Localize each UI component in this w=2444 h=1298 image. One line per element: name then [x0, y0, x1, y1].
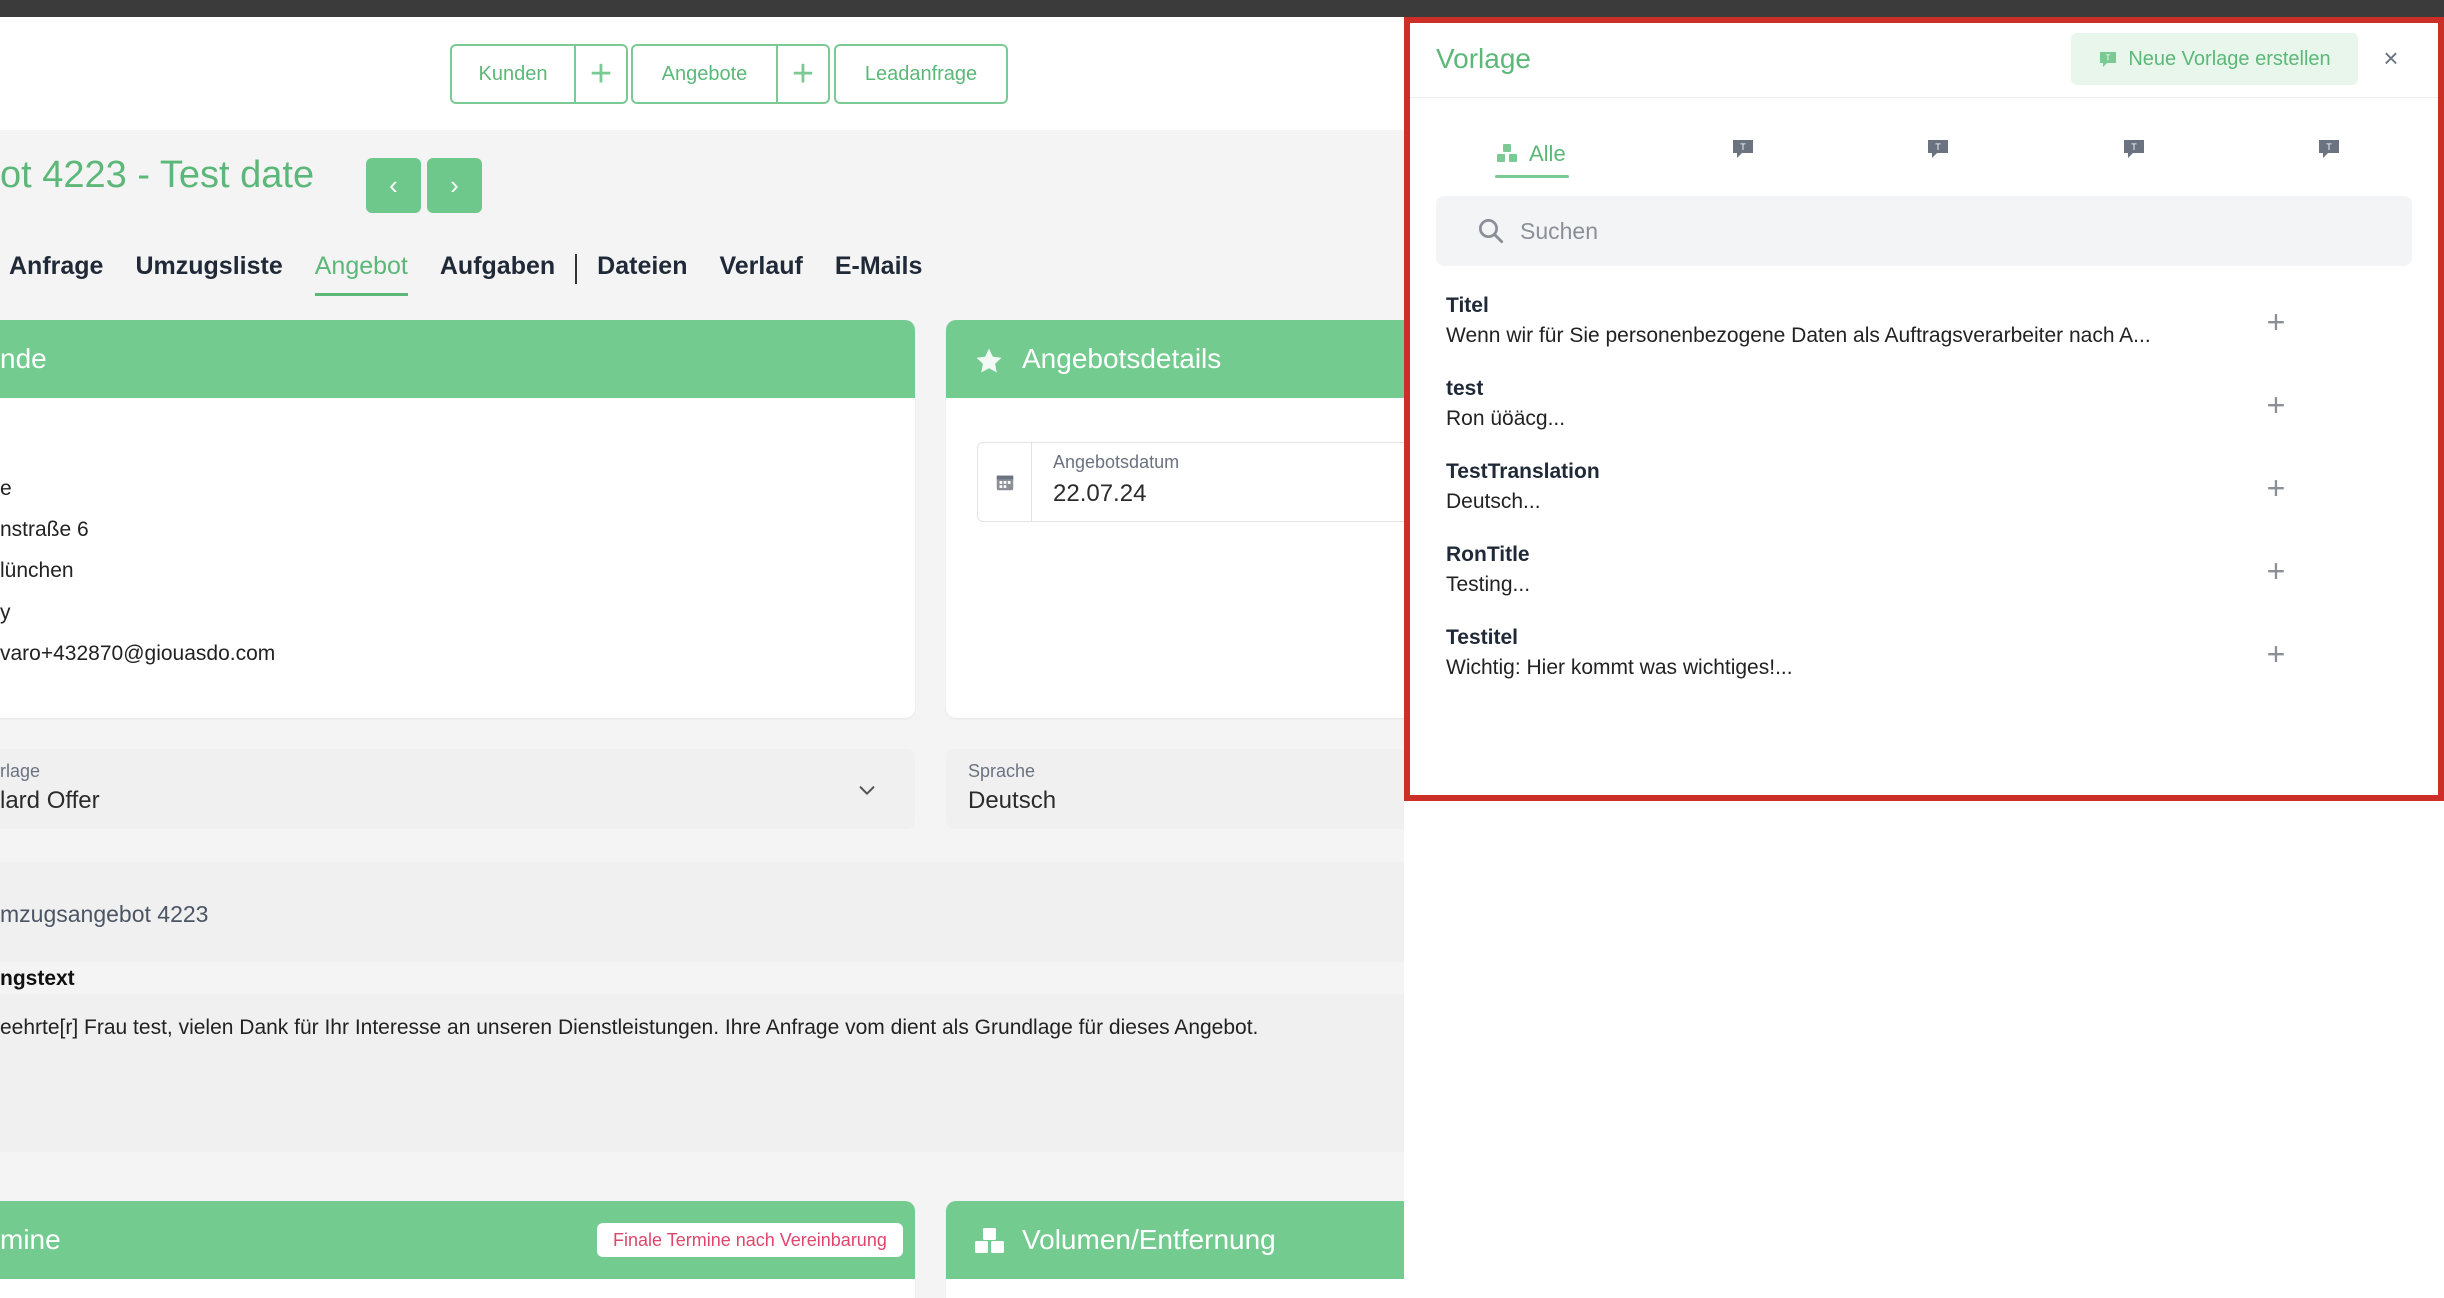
tab-verlauf[interactable]: Verlauf: [719, 248, 802, 293]
tab-all-templates[interactable]: Alle: [1495, 130, 1566, 178]
chevron-left-icon: ‹: [389, 170, 398, 200]
template-list-item[interactable]: Titel Wenn wir für Sie personenbezogene …: [1446, 294, 2386, 364]
tab-dateien[interactable]: Dateien: [597, 248, 687, 293]
template-select-value: lard Offer: [0, 787, 100, 814]
template-category-icon[interactable]: T: [2122, 138, 2146, 160]
leadanfrage-button[interactable]: Leadanfrage: [834, 44, 1008, 104]
add-template-button[interactable]: +: [2256, 468, 2296, 508]
offer-details-header: Angebotsdetails: [946, 320, 1404, 398]
template-category-icon[interactable]: T: [1926, 138, 1950, 160]
template-preview: Deutsch...: [1446, 490, 1541, 513]
offer-date-label: Angebotsdatum: [1053, 452, 1180, 472]
language-select-value: Deutsch: [968, 787, 1057, 814]
chevron-right-icon: ›: [450, 170, 459, 200]
main-content: Kunden + Angebote + Leadanfrage ot 4223 …: [0, 17, 1404, 1298]
termine-status-badge: Finale Termine nach Vereinbarung: [597, 1223, 903, 1257]
offer-date-value: 22.07.24: [1053, 480, 1147, 507]
svg-text:T: T: [2131, 142, 2137, 152]
volume-card-header: Volumen/Entfernung: [946, 1201, 1404, 1279]
offer-date-field[interactable]: Angebotsdatum 22.07.24: [977, 442, 1404, 522]
offer-details-title: Angebotsdetails: [1022, 343, 1222, 374]
template-title: Testitel: [1446, 626, 1518, 649]
customer-email[interactable]: varo+432870@giouasdo.com: [0, 642, 275, 666]
add-template-button[interactable]: +: [2256, 634, 2296, 674]
panel-divider: [1410, 97, 2438, 98]
star-icon: [976, 348, 1002, 373]
cubes-icon: [1497, 144, 1517, 162]
search-icon: [1479, 219, 1504, 244]
language-select-label: Sprache: [968, 761, 1036, 781]
svg-text:T: T: [1740, 142, 1746, 152]
template-icon: T: [2100, 52, 2117, 67]
customer-city: lünchen: [0, 559, 74, 582]
template-title: TestTranslation: [1446, 460, 1600, 483]
add-template-button[interactable]: +: [2256, 385, 2296, 425]
chevron-down-icon: [859, 786, 875, 795]
add-template-button[interactable]: +: [2256, 302, 2296, 342]
calendar-icon: [978, 443, 1032, 521]
previous-offer-button[interactable]: ‹: [366, 158, 421, 213]
template-search: [1436, 196, 2412, 266]
template-list-item[interactable]: TestTranslation Deutsch... +: [1446, 460, 2386, 530]
angebote-button[interactable]: Angebote: [631, 44, 778, 104]
intro-text-label: ngstext: [0, 967, 75, 990]
add-kunde-button[interactable]: +: [576, 44, 628, 104]
template-preview: Wenn wir für Sie personenbezogene Daten …: [1446, 324, 2151, 347]
offer-subject[interactable]: mzugsangebot 4223: [0, 901, 208, 928]
template-list-item[interactable]: test Ron üöäcg... +: [1446, 377, 2386, 447]
close-icon[interactable]: ×: [2378, 40, 2404, 76]
intro-text: eehrte[r] Frau test, vielen Dank für Ihr…: [0, 1016, 1259, 1039]
tab-separator: [575, 254, 578, 284]
tab-all-label: Alle: [1529, 141, 1566, 166]
tab-angebot[interactable]: Angebot: [314, 248, 408, 296]
template-preview: Ron üöäcg...: [1446, 407, 1566, 430]
template-preview: Testing...: [1446, 573, 1531, 596]
top-navigation: Kunden + Angebote + Leadanfrage: [0, 17, 1404, 130]
tab-aufgaben[interactable]: Aufgaben: [440, 248, 555, 293]
language-select[interactable]: Sprache Deutsch: [946, 749, 1404, 829]
template-list-item[interactable]: Testitel Wichtig: Hier kommt was wichtig…: [1446, 626, 2386, 696]
template-panel-title: Vorlage: [1436, 43, 1531, 74]
next-offer-button[interactable]: ›: [427, 158, 482, 213]
customer-card-header: nde: [0, 320, 915, 398]
customer-street: nstraße 6: [0, 518, 89, 541]
svg-text:T: T: [1935, 142, 1941, 152]
new-template-button[interactable]: T Neue Vorlage erstellen: [2071, 33, 2358, 85]
search-input[interactable]: [1520, 209, 2380, 253]
tab-umzugsliste[interactable]: Umzugsliste: [135, 248, 282, 293]
template-title: Titel: [1446, 294, 1489, 317]
page-title: ot 4223 - Test date: [0, 154, 315, 196]
template-category-icon[interactable]: T: [1731, 138, 1755, 160]
tab-emails[interactable]: E-Mails: [835, 248, 923, 293]
template-preview: Wichtig: Hier kommt was wichtiges!...: [1446, 656, 1793, 679]
template-select-label: rlage: [0, 761, 41, 781]
template-title: test: [1446, 377, 1484, 400]
tab-anfrage[interactable]: Anfrage: [9, 248, 103, 293]
svg-text:T: T: [2326, 142, 2332, 152]
template-title: RonTitle: [1446, 543, 1530, 566]
offer-subject-box: [0, 862, 1404, 962]
kunden-button[interactable]: Kunden: [450, 44, 576, 104]
new-template-label: Neue Vorlage erstellen: [2128, 47, 2331, 70]
volume-card-title: Volumen/Entfernung: [1022, 1224, 1276, 1255]
boxes-icon: [975, 1228, 1004, 1253]
template-category-icon[interactable]: T: [2317, 138, 2341, 160]
add-angebot-button[interactable]: +: [778, 44, 830, 104]
window-top-bar: [0, 0, 2444, 17]
offer-tabs: Anfrage Umzugsliste Angebot Aufgaben Dat…: [9, 248, 954, 298]
template-select[interactable]: rlage lard Offer: [0, 749, 915, 829]
template-list-item[interactable]: RonTitle Testing... +: [1446, 543, 2386, 613]
svg-text:T: T: [2106, 54, 2111, 63]
customer-name: e: [0, 477, 12, 500]
volume-card: Volumen/Entfernung: [946, 1201, 1404, 1298]
customer-country: y: [0, 601, 11, 624]
active-tab-indicator: [1495, 175, 1569, 178]
add-template-button[interactable]: +: [2256, 551, 2296, 591]
